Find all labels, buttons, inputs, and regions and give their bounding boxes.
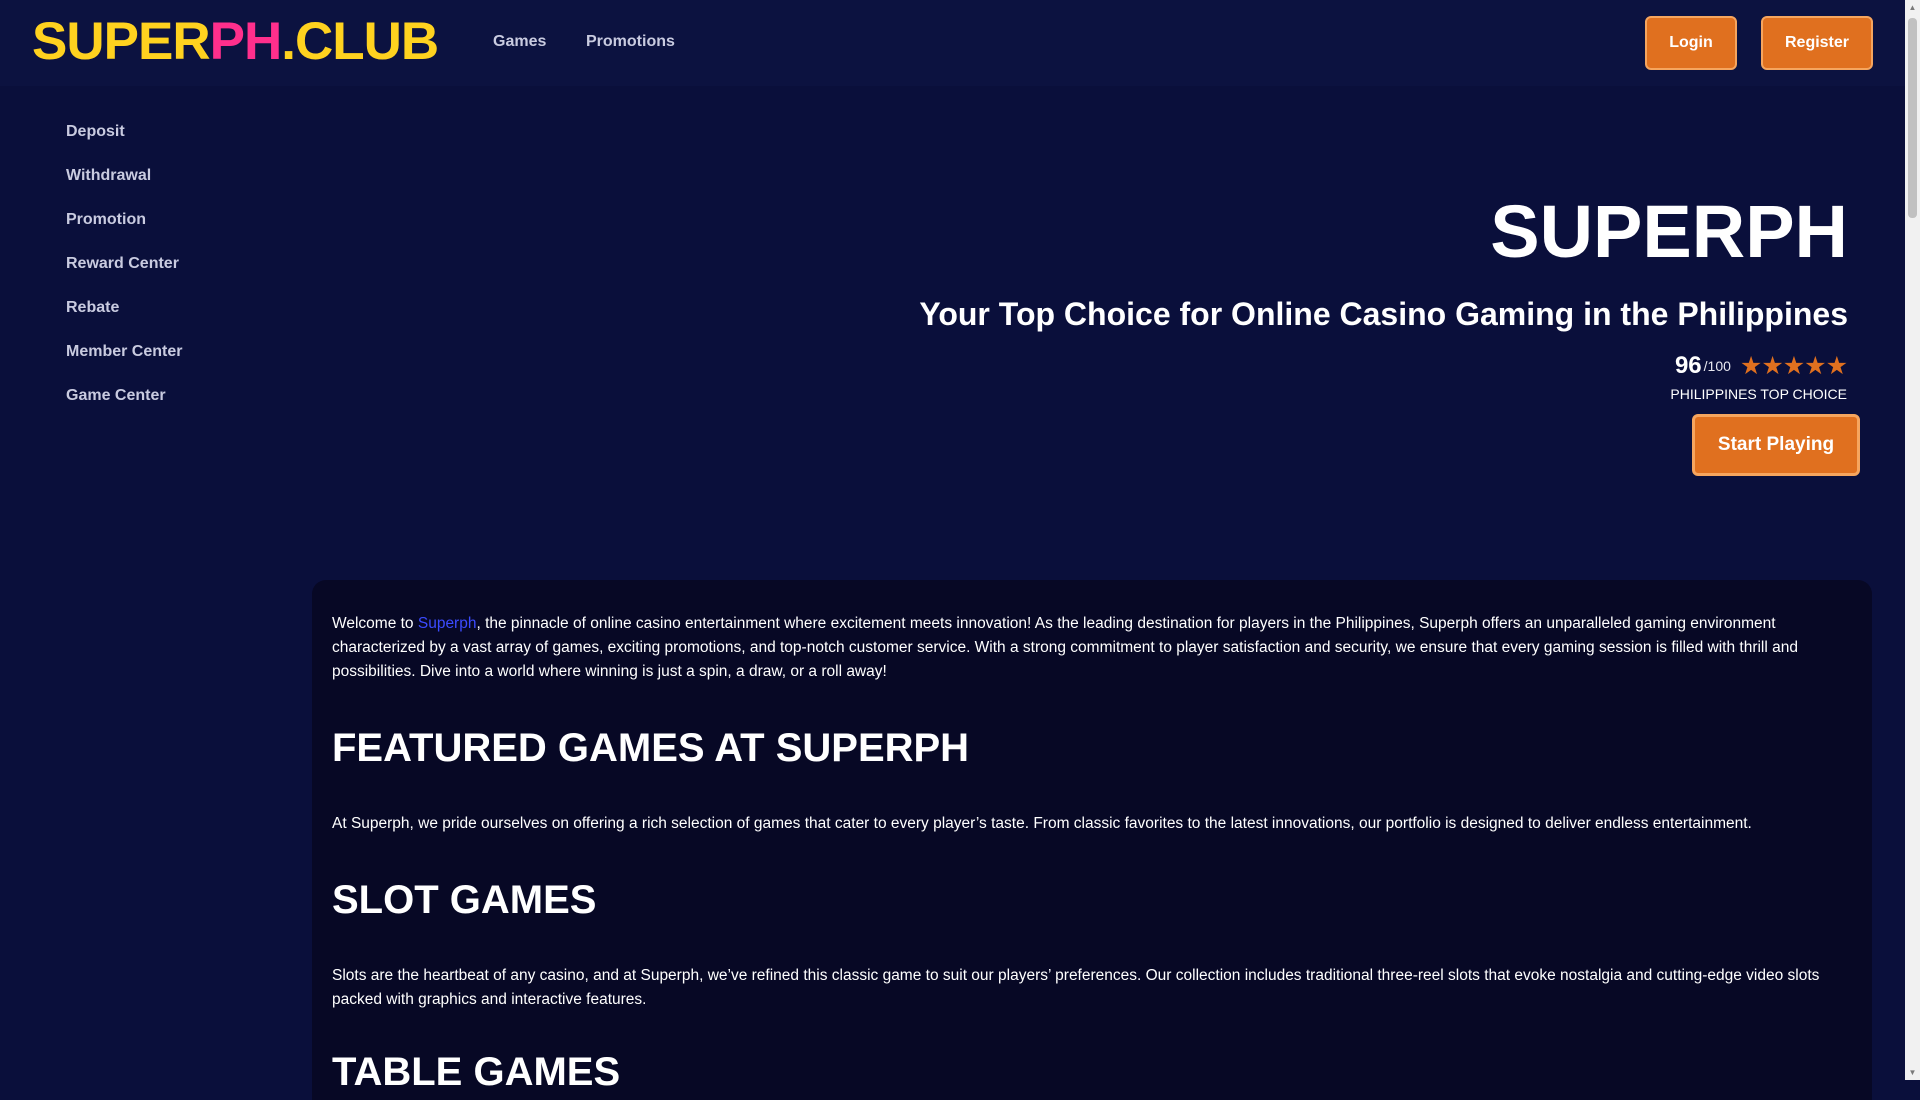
slot-games-paragraph: Slots are the heartbeat of any casino, a… — [332, 967, 1820, 1008]
sidebar-item-game-center[interactable]: Game Center — [66, 386, 166, 406]
slot-games-heading: SLOT GAMES — [332, 878, 597, 922]
featured-games-heading: FEATURED GAMES AT SUPERPH — [332, 726, 970, 770]
sidebar-item-reward-center[interactable]: Reward Center — [66, 254, 179, 274]
scroll-up-icon[interactable]: ▲ — [1905, 0, 1920, 15]
scrollbar-thumb[interactable] — [1908, 18, 1917, 218]
hero-subtitle: Your Top Choice for Online Casino Gaming… — [919, 296, 1848, 332]
login-button[interactable]: Login — [1645, 16, 1737, 70]
logo-part-club: .CLUB — [281, 12, 439, 71]
nav-promotions-link[interactable]: Promotions — [586, 30, 675, 54]
rating-label: PHILIPPINES TOP CHOICE — [1670, 386, 1847, 402]
rating-score-max: /100 — [1703, 358, 1731, 374]
star-icon: ★ — [1782, 352, 1806, 380]
sidebar-item-rebate[interactable]: Rebate — [66, 298, 119, 318]
logo-part-ph: PH — [209, 12, 283, 71]
start-playing-button[interactable]: Start Playing — [1692, 414, 1860, 476]
rating-stars: ★ ★ ★ ★ ★ — [1739, 352, 1848, 380]
star-icon: ★ — [1825, 352, 1848, 380]
featured-games-paragraph: At Superph, we pride ourselves on offeri… — [332, 815, 1752, 832]
intro-prefix: Welcome to — [332, 615, 418, 632]
star-icon: ★ — [1804, 352, 1827, 380]
rating-score: 96 — [1674, 352, 1702, 379]
hero-title: SUPERPH — [1490, 190, 1848, 273]
sidebar-item-deposit[interactable]: Deposit — [66, 122, 125, 142]
table-games-heading: TABLE GAMES — [332, 1050, 621, 1094]
rating-block: 96 /100 ★ ★ ★ ★ ★ — [1675, 350, 1848, 382]
register-button[interactable]: Register — [1761, 16, 1873, 70]
scroll-down-icon[interactable]: ▼ — [1905, 1065, 1920, 1080]
sidebar-item-promotion[interactable]: Promotion — [66, 210, 146, 230]
site-logo[interactable]: SUPERPH.CLUB — [32, 12, 439, 71]
nav-games-link[interactable]: Games — [493, 30, 546, 54]
sidebar-item-member-center[interactable]: Member Center — [66, 342, 182, 362]
star-icon: ★ — [1739, 352, 1763, 380]
top-header: SUPERPH.CLUB Games Promotions Login Regi… — [0, 0, 1905, 86]
superph-link[interactable]: Superph — [418, 615, 477, 632]
intro-text: , the pinnacle of online casino entertai… — [332, 615, 1798, 680]
logo-part-super: SUPER — [32, 12, 211, 71]
intro-paragraph: Welcome to Superph, the pinnacle of onli… — [332, 612, 1850, 684]
sidebar-item-withdrawal[interactable]: Withdrawal — [66, 166, 151, 186]
page-scrollbar[interactable]: ▲ ▼ — [1905, 0, 1920, 1080]
star-icon: ★ — [1761, 352, 1784, 380]
